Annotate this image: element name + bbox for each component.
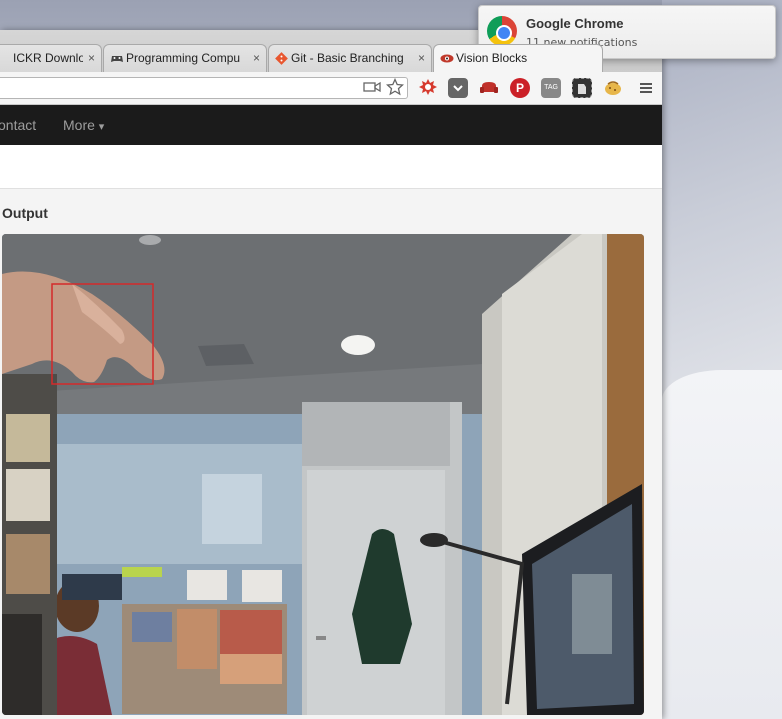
address-bar[interactable]: [0, 77, 408, 99]
tab-programming[interactable]: Programming Compu ×: [103, 44, 267, 72]
tab-label: Git - Basic Branching: [291, 51, 404, 65]
menu-icon[interactable]: [636, 78, 656, 98]
page-content: Output: [0, 145, 662, 719]
close-tab-icon[interactable]: ×: [418, 51, 425, 65]
browser-window: ICKR Downloa × Programming Compu × Git -…: [0, 30, 662, 719]
cookie-icon[interactable]: [603, 78, 623, 98]
site-navbar: ontact More ▾: [0, 105, 662, 145]
tab-git[interactable]: Git - Basic Branching ×: [268, 44, 432, 72]
tag-icon[interactable]: TAG: [541, 78, 561, 98]
section-title: Output: [2, 205, 48, 221]
chevron-down-icon: ▾: [98, 121, 105, 133]
webcam-output-frame: [2, 234, 644, 715]
nav-contact[interactable]: ontact: [0, 117, 36, 133]
nav-more[interactable]: More ▾: [63, 117, 104, 133]
chrome-logo-icon: [487, 16, 517, 46]
pinterest-icon[interactable]: P: [510, 78, 530, 98]
pocket-icon[interactable]: [448, 78, 468, 98]
sofa-icon[interactable]: [479, 78, 499, 98]
nav-more-label: More: [63, 117, 95, 133]
gamepad-icon: [110, 52, 123, 65]
evernote-icon[interactable]: [572, 78, 592, 98]
tab-flickr[interactable]: ICKR Downloa ×: [0, 44, 102, 72]
git-icon: [275, 52, 288, 65]
wallpaper-page-curl: [662, 370, 782, 719]
browser-toolbar: P TAG: [0, 72, 662, 105]
camera-icon[interactable]: [363, 80, 381, 98]
flickr-icon: [0, 52, 10, 65]
tab-vision-blocks[interactable]: Vision Blocks: [433, 44, 603, 72]
eye-icon: [440, 52, 454, 65]
output-section: Output: [0, 188, 662, 719]
bookmark-star-icon[interactable]: [385, 77, 405, 100]
tab-label: Programming Compu: [126, 51, 241, 65]
tab-label: ICKR Downloa: [13, 51, 83, 65]
tab-label: Vision Blocks: [456, 51, 528, 65]
webcam-scene: [2, 234, 644, 715]
close-tab-icon[interactable]: ×: [253, 51, 260, 65]
notification-title: Google Chrome: [526, 16, 624, 31]
flash-badge-icon[interactable]: [418, 78, 438, 98]
close-tab-icon[interactable]: ×: [88, 51, 95, 65]
